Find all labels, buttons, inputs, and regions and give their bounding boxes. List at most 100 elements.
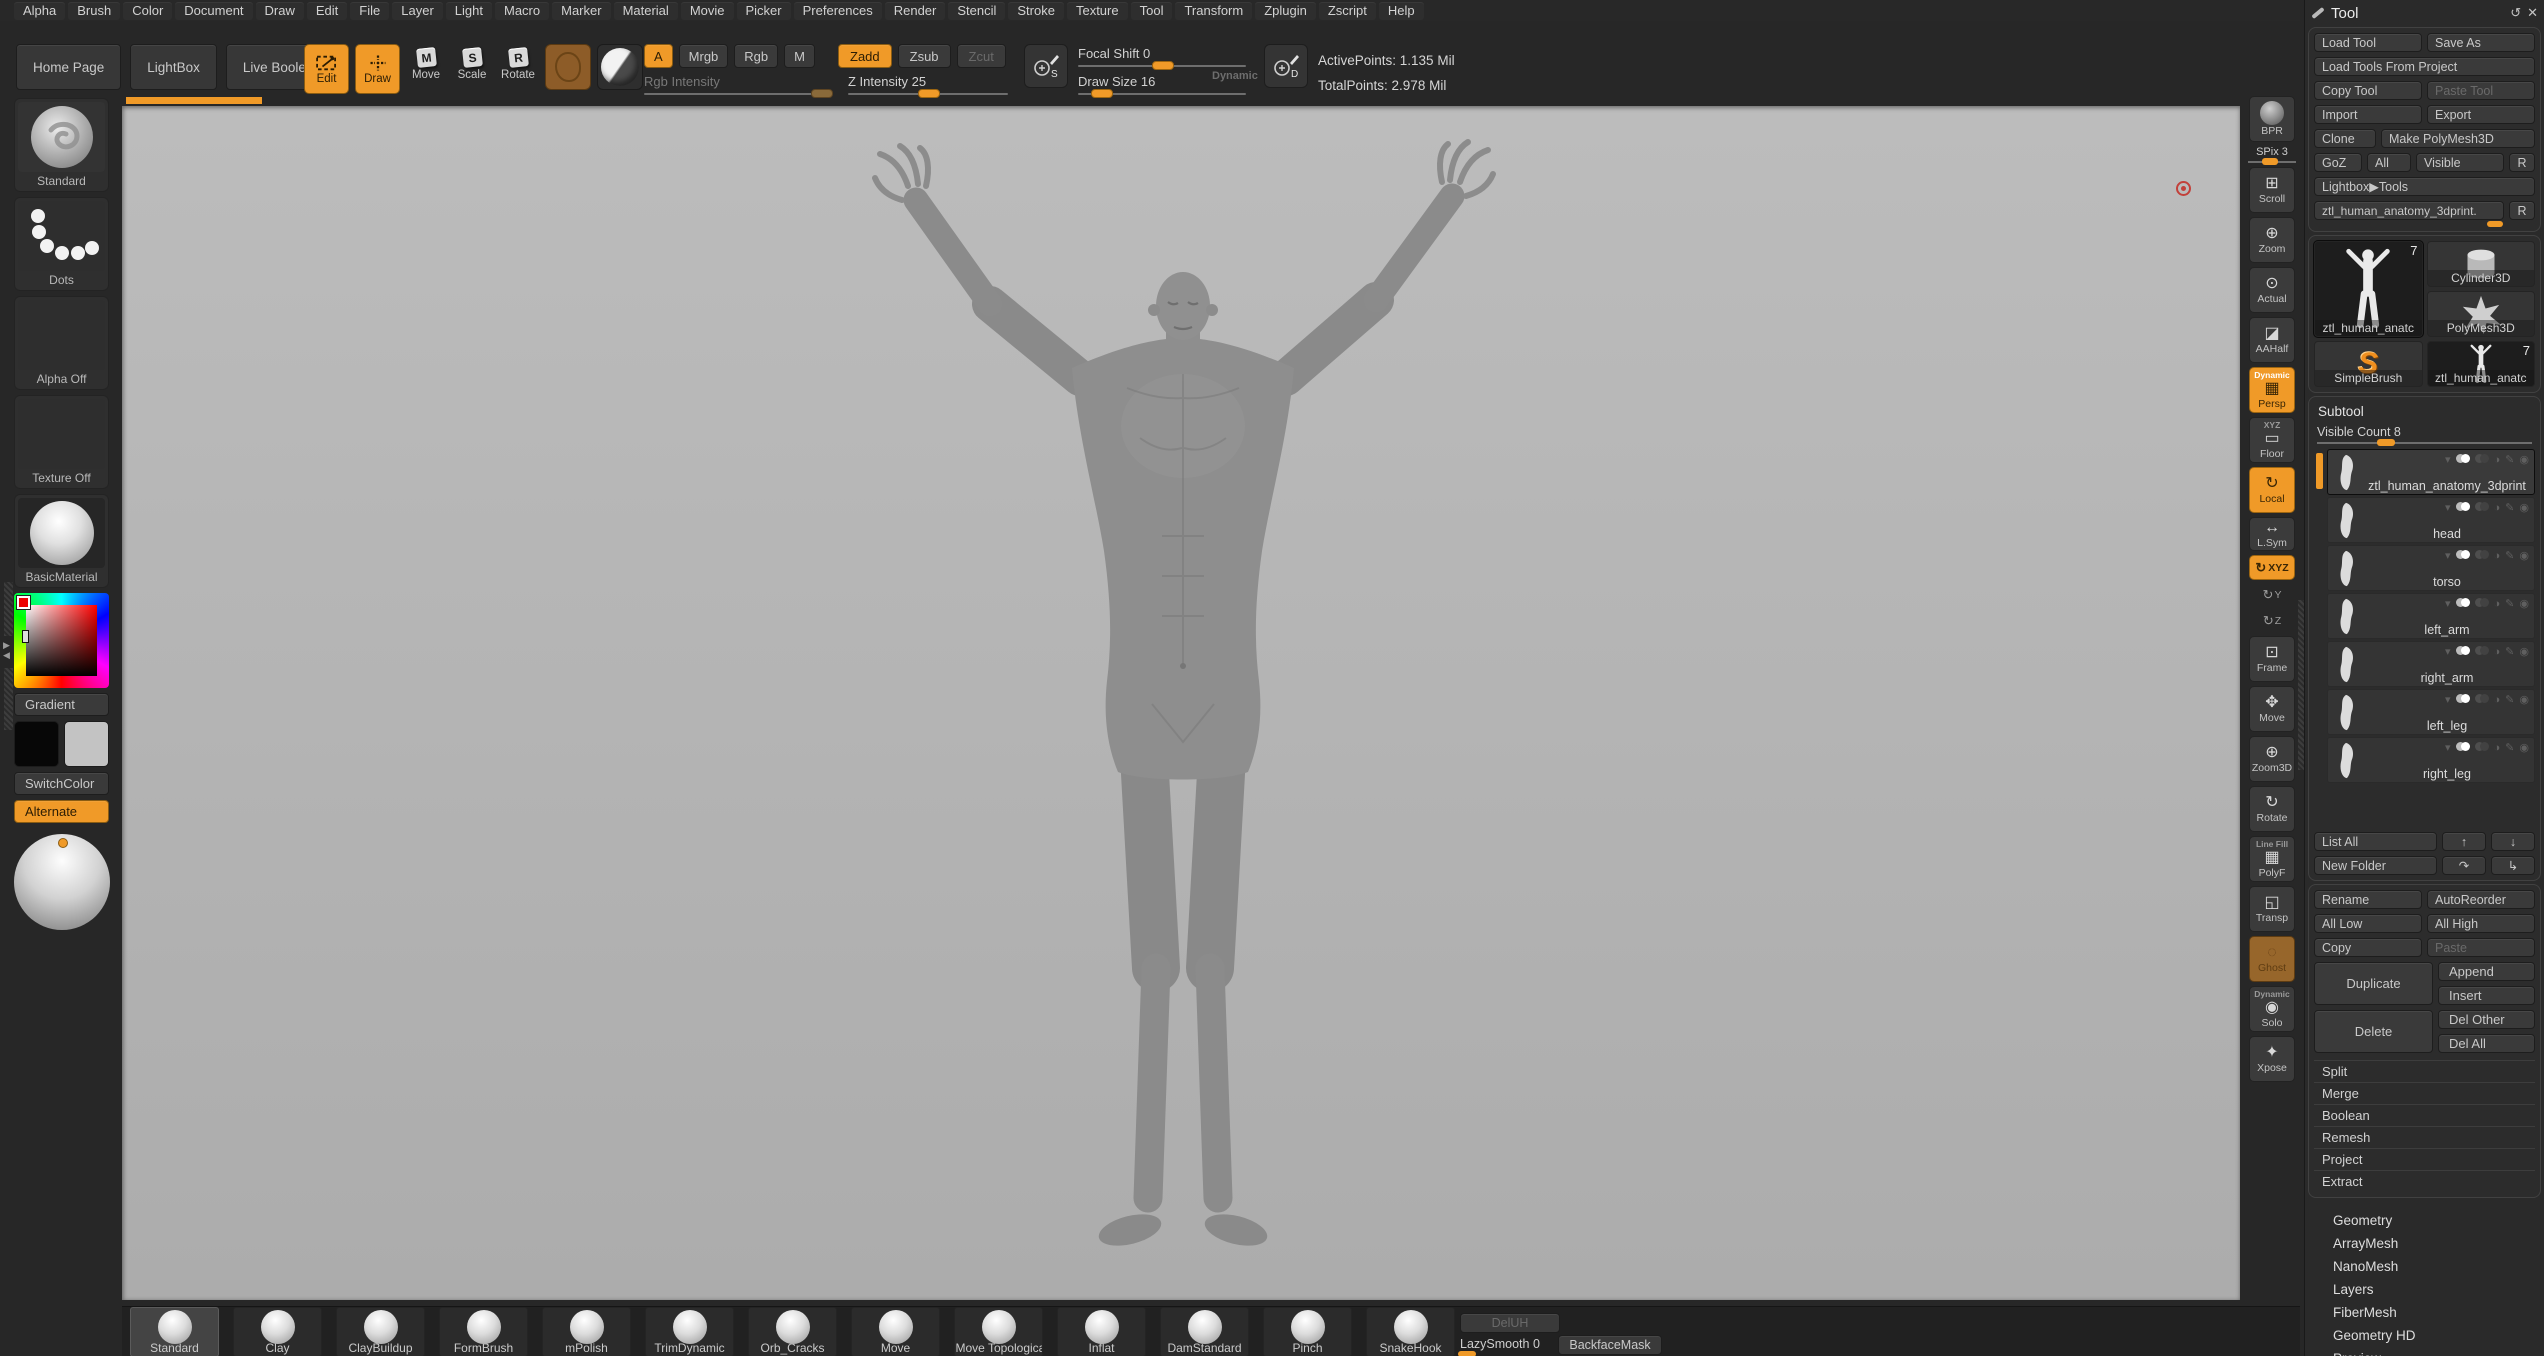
menu-item[interactable]: Marker [552, 1, 611, 20]
section-header[interactable]: ArrayMesh [2309, 1232, 2542, 1255]
scale-button[interactable]: S Scale [452, 47, 492, 81]
menu-item[interactable]: Draw [255, 1, 304, 20]
record-indicator-icon[interactable] [2176, 181, 2191, 196]
left-tray-collapse-arrows[interactable]: ▶ ◀ [3, 640, 10, 660]
menu-item[interactable]: Transform [1175, 1, 1253, 20]
home-page-button[interactable]: Home Page [16, 44, 122, 90]
insert-arrow-button[interactable]: ↳ [2491, 856, 2535, 875]
paste-subtool-button[interactable]: Paste [2427, 938, 2535, 957]
eye-icon[interactable]: ◉ [2519, 597, 2529, 610]
alternate-button[interactable]: Alternate [14, 800, 109, 823]
floor-button[interactable]: XYZ ▭ Floor [2249, 417, 2295, 463]
material-button[interactable] [597, 44, 643, 90]
visibility-icon[interactable] [2455, 741, 2470, 754]
tool-thumb-polymesh[interactable]: PolyMesh3D [2426, 291, 2535, 337]
tool-thumb-anatomy-2[interactable]: 7 ztl_human_anatc [2426, 341, 2535, 387]
copy-subtool-button[interactable]: Copy [2314, 938, 2422, 957]
flatten-icon[interactable]: ▾ [2445, 453, 2451, 466]
paint-brush-icon[interactable]: ✎ [2505, 693, 2514, 706]
brush-standard[interactable]: Standard [130, 1307, 219, 1356]
tool-thumb-simplebrush[interactable]: S SimpleBrush [2314, 341, 2423, 387]
current-stroke-thumbnail[interactable]: Dots [14, 197, 109, 291]
del-uh-button[interactable]: DelUH [1460, 1313, 1560, 1333]
reset-palette-icon[interactable]: ↺ [2510, 5, 2521, 21]
secondary-color-swatch[interactable] [64, 721, 109, 767]
menu-item[interactable]: Layer [392, 1, 443, 20]
brush-orb-cracks[interactable]: Orb_Cracks [748, 1307, 837, 1356]
polypaint-icon[interactable]: ◑ [2494, 454, 2501, 466]
append-button[interactable]: Append [2438, 962, 2535, 981]
tool-size-slider[interactable] [2314, 221, 2535, 227]
flatten-icon[interactable]: ▾ [2445, 597, 2451, 610]
subtool-row-right-leg[interactable]: ▾ ◑ ✎ ◉ right_leg [2327, 737, 2535, 783]
light-placement-sphere[interactable] [14, 834, 110, 930]
import-button[interactable]: Import [2314, 105, 2422, 124]
visibility-icon[interactable] [2455, 597, 2470, 610]
frame-button[interactable]: ⊡ Frame [2249, 636, 2295, 682]
load-tools-from-project-button[interactable]: Load Tools From Project [2314, 57, 2535, 76]
section-header[interactable]: FiberMesh [2309, 1301, 2542, 1324]
polypaint-icon[interactable]: ◑ [2494, 550, 2501, 562]
solo-button[interactable]: Dynamic ◉ Solo [2249, 986, 2295, 1032]
rename-button[interactable]: Rename [2314, 890, 2422, 909]
hue-selector[interactable] [16, 595, 31, 610]
visibility-icon[interactable] [2455, 645, 2470, 658]
local-button[interactable]: ↻ Local [2249, 467, 2295, 513]
list-all-button[interactable]: List All [2314, 832, 2437, 851]
eye-icon[interactable]: ◉ [2519, 453, 2529, 466]
lazy-smooth-handle[interactable] [1458, 1351, 1476, 1356]
actual-button[interactable]: ⊙ Actual [2249, 267, 2295, 313]
menu-item[interactable]: Stroke [1008, 1, 1064, 20]
brush-inflat[interactable]: Inflat [1057, 1307, 1146, 1356]
menu-item[interactable]: Render [884, 1, 946, 20]
switch-color-button[interactable]: SwitchColor [14, 772, 109, 795]
saturation-value-square[interactable] [26, 605, 97, 676]
redo-arrow-button[interactable]: ↷ [2442, 856, 2486, 875]
main-color-swatch[interactable] [14, 721, 59, 767]
zsub-button[interactable]: Zsub [897, 44, 951, 68]
brush-move-topological[interactable]: Move Topologica [954, 1307, 1043, 1356]
flatten-icon[interactable]: ▾ [2445, 645, 2451, 658]
persp-button[interactable]: Dynamic ▦ Persp [2249, 367, 2295, 413]
eye-icon[interactable]: ◉ [2519, 501, 2529, 514]
menu-item[interactable]: Zscript [1318, 1, 1376, 20]
left-divider-grip[interactable] [4, 582, 13, 636]
wide-action-row[interactable]: Boolean [2314, 1104, 2535, 1126]
visible-count-handle[interactable] [2377, 439, 2396, 446]
alpha-thumbnail[interactable]: Alpha Off [14, 296, 109, 390]
polypaint-icon[interactable]: ◑ [2494, 694, 2501, 706]
move-3d-button[interactable]: ✥ Move [2249, 686, 2295, 732]
del-all-button[interactable]: Del All [2438, 1034, 2535, 1053]
subtool-row-torso[interactable]: ▾ ◑ ✎ ◉ torso [2327, 545, 2535, 591]
lightbox-tools-button[interactable]: Lightbox▶Tools [2314, 177, 2535, 196]
menu-item[interactable]: Tool [1130, 1, 1173, 20]
section-header[interactable]: Preview [2309, 1347, 2542, 1356]
menu-item[interactable]: Movie [680, 1, 734, 20]
copy-tool-button[interactable]: Copy Tool [2314, 81, 2422, 100]
flatten-icon[interactable]: ▾ [2445, 693, 2451, 706]
brush-mpolish[interactable]: mPolish [542, 1307, 631, 1356]
current-tool-r-button[interactable]: R [2509, 201, 2535, 220]
stroke-s-button[interactable]: S [1024, 44, 1068, 88]
visibility-icon[interactable] [2455, 549, 2470, 562]
export-button[interactable]: Export [2427, 105, 2535, 124]
move-down-button[interactable]: ↓ [2491, 832, 2535, 851]
subtool-row-head[interactable]: ▾ ◑ ✎ ◉ head [2327, 497, 2535, 543]
brush-formbrush[interactable]: FormBrush [439, 1307, 528, 1356]
menu-item[interactable]: Texture [1066, 1, 1128, 20]
zoom-button[interactable]: ⊕ Zoom [2249, 217, 2295, 263]
rgb-button[interactable]: Rgb [734, 44, 779, 68]
duplicate-button[interactable]: Duplicate [2314, 962, 2433, 1005]
flatten-icon[interactable]: ▾ [2445, 741, 2451, 754]
subtool-row-left-leg[interactable]: ▾ ◑ ✎ ◉ left_leg [2327, 689, 2535, 735]
rgb-intensity-handle[interactable] [811, 89, 834, 98]
lsym-button[interactable]: ↔ L.Sym [2249, 517, 2295, 551]
rgb-intensity-slider[interactable]: Rgb Intensity [644, 74, 834, 98]
menu-item[interactable]: Brush [68, 1, 121, 20]
visibility-off-icon[interactable] [2474, 741, 2489, 754]
autoreorder-button[interactable]: AutoReorder [2427, 890, 2535, 909]
zoom3d-button[interactable]: ⊕ Zoom3D [2249, 736, 2295, 782]
goz-r-button[interactable]: R [2509, 153, 2535, 172]
eye-icon[interactable]: ◉ [2519, 741, 2529, 754]
spix-handle[interactable] [2262, 158, 2279, 165]
